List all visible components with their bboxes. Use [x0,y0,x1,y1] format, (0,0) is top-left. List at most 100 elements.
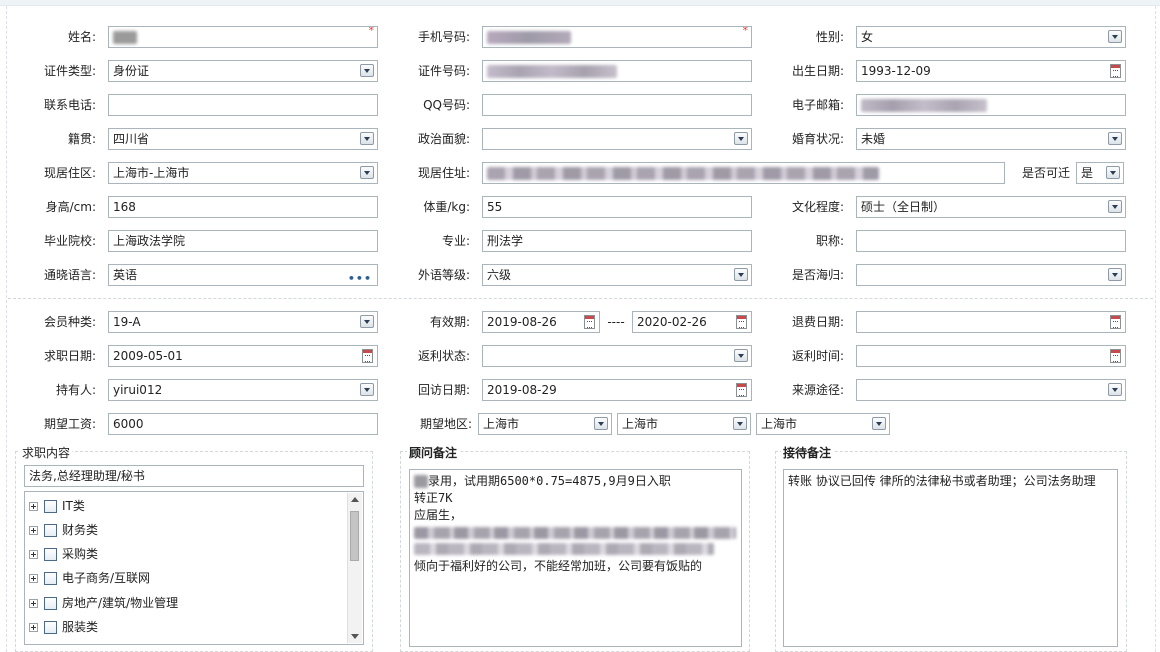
tree-node[interactable]: 采购类 [29,544,98,564]
tree-node[interactable]: 财务类 [29,520,98,540]
expand-icon[interactable] [29,526,38,535]
consultant-notes-textarea[interactable]: 录用，试用期6500*0.75=4875,9月9日入职 转正7K 应届生， 倾向… [409,469,742,647]
tree-node[interactable]: 房地产/建筑/物业管理 [29,593,178,613]
revisit-date-value: 2019-08-29 [487,383,557,397]
weight-label: 体重/kg: [423,200,470,214]
marital-value: 未婚 [861,132,886,146]
birth-date-input[interactable]: 1993-12-09 [856,60,1126,82]
checkbox[interactable] [44,500,57,513]
gender-value: 女 [861,30,874,44]
calendar-icon[interactable] [1110,315,1121,329]
tree-node[interactable]: 电子商务/互联网 [29,568,150,588]
education-select[interactable]: 硕士（全日制） [856,196,1126,218]
valid-end-input[interactable]: 2020-02-26 [632,311,752,333]
calendar-icon[interactable] [736,383,747,397]
native-place-select[interactable]: 四川省 [108,128,378,150]
address-input[interactable] [482,162,1005,184]
foreign-level-select[interactable]: 六级 [482,264,752,286]
scroll-thumb[interactable] [350,511,359,561]
dropdown-arrow-icon[interactable] [1108,383,1122,396]
member-type-select[interactable]: 19-A [108,311,378,333]
dropdown-arrow-icon[interactable] [733,417,747,430]
languages-picker[interactable]: 英语 ••• [108,264,378,286]
refund-date-label: 退费日期: [791,315,844,329]
checkbox[interactable] [44,621,57,634]
height-input[interactable]: 168 [108,196,378,218]
holder-select[interactable]: yirui012 [108,379,378,401]
dropdown-arrow-icon[interactable] [1108,30,1122,43]
dropdown-arrow-icon[interactable] [1106,166,1120,179]
dropdown-arrow-icon[interactable] [734,268,748,281]
rebate-status-select[interactable] [482,345,752,367]
title-input[interactable] [856,230,1126,252]
dropdown-arrow-icon[interactable] [734,132,748,145]
expected-salary-input[interactable]: 6000 [108,413,378,435]
school-input[interactable]: 上海政法学院 [108,230,378,252]
residence-area-select[interactable]: 上海市-上海市 [108,162,378,184]
dropdown-arrow-icon[interactable] [872,417,886,430]
calendar-icon[interactable] [1110,349,1121,363]
id-type-select[interactable]: 身份证 [108,60,378,82]
dropdown-arrow-icon[interactable] [594,417,608,430]
expand-icon[interactable] [29,550,38,559]
email-input[interactable] [856,94,1126,116]
dropdown-arrow-icon[interactable] [1108,132,1122,145]
valid-start-value: 2019-08-26 [487,315,557,329]
dropdown-arrow-icon[interactable] [360,166,374,179]
dropdown-arrow-icon[interactable] [360,383,374,396]
revisit-date-input[interactable]: 2019-08-29 [482,379,752,401]
name-input[interactable]: * [108,26,378,48]
source-select[interactable] [856,379,1126,401]
scroll-up-icon[interactable] [351,497,359,502]
job-date-input[interactable]: 2009-05-01 [108,345,378,367]
phone-input[interactable] [108,94,378,116]
overseas-select[interactable] [856,264,1126,286]
job-content-selected[interactable]: 法务,总经理助理/秘书 [24,465,364,487]
major-input[interactable]: 刑法学 [482,230,752,252]
gender-select[interactable]: 女 [856,26,1126,48]
job-category-tree[interactable]: IT类 财务类 采购类 电子商务/互联网 房地产/建筑/物业管理 服装类 [24,491,364,645]
note-line: 应届生， [414,508,463,522]
expand-icon[interactable] [29,623,38,632]
dropdown-arrow-icon[interactable] [734,349,748,362]
political-select[interactable] [482,128,752,150]
mobile-input[interactable]: * [482,26,752,48]
refund-date-input[interactable] [856,311,1126,333]
qq-input[interactable] [482,94,752,116]
calendar-icon[interactable] [736,315,747,329]
expand-icon[interactable] [29,574,38,583]
id-number-input[interactable] [482,60,752,82]
expand-icon[interactable] [29,502,38,511]
checkbox[interactable] [44,524,57,537]
dropdown-arrow-icon[interactable] [360,315,374,328]
native-place-label: 籍贯: [67,132,96,146]
calendar-icon[interactable] [362,349,373,363]
tree-node[interactable]: IT类 [29,496,85,516]
source-label: 来源途径: [791,383,844,397]
checkbox[interactable] [44,548,57,561]
tree-node[interactable]: 服装类 [29,617,98,637]
expand-icon[interactable] [29,599,38,608]
valid-start-input[interactable]: 2019-08-26 [482,311,600,333]
calendar-icon[interactable] [1110,64,1121,78]
rebate-time-input[interactable] [856,345,1126,367]
note-line-text: 录用，试用期6500*0.75=4875,9月9日入职 [428,474,671,488]
marital-select[interactable]: 未婚 [856,128,1126,150]
relocatable-select[interactable]: 是 [1076,162,1124,184]
dropdown-arrow-icon[interactable] [360,64,374,77]
dropdown-arrow-icon[interactable] [1108,268,1122,281]
calendar-icon[interactable] [584,315,595,329]
expected-district-select[interactable]: 上海市 [756,413,890,435]
checkbox[interactable] [44,572,57,585]
expected-city-select[interactable]: 上海市 [617,413,751,435]
member-type-value: 19-A [113,315,141,329]
reception-notes-textarea[interactable]: 转账 协议已回传 律所的法律秘书或者助理；公司法务助理 [783,469,1118,647]
weight-input[interactable]: 55 [482,196,752,218]
scroll-down-icon[interactable] [351,634,359,639]
expected-province-select[interactable]: 上海市 [478,413,612,435]
dropdown-arrow-icon[interactable] [1108,200,1122,213]
tree-scrollbar[interactable] [347,493,362,643]
checkbox[interactable] [44,597,57,610]
dropdown-arrow-icon[interactable] [360,132,374,145]
more-options-icon[interactable]: ••• [348,269,372,285]
